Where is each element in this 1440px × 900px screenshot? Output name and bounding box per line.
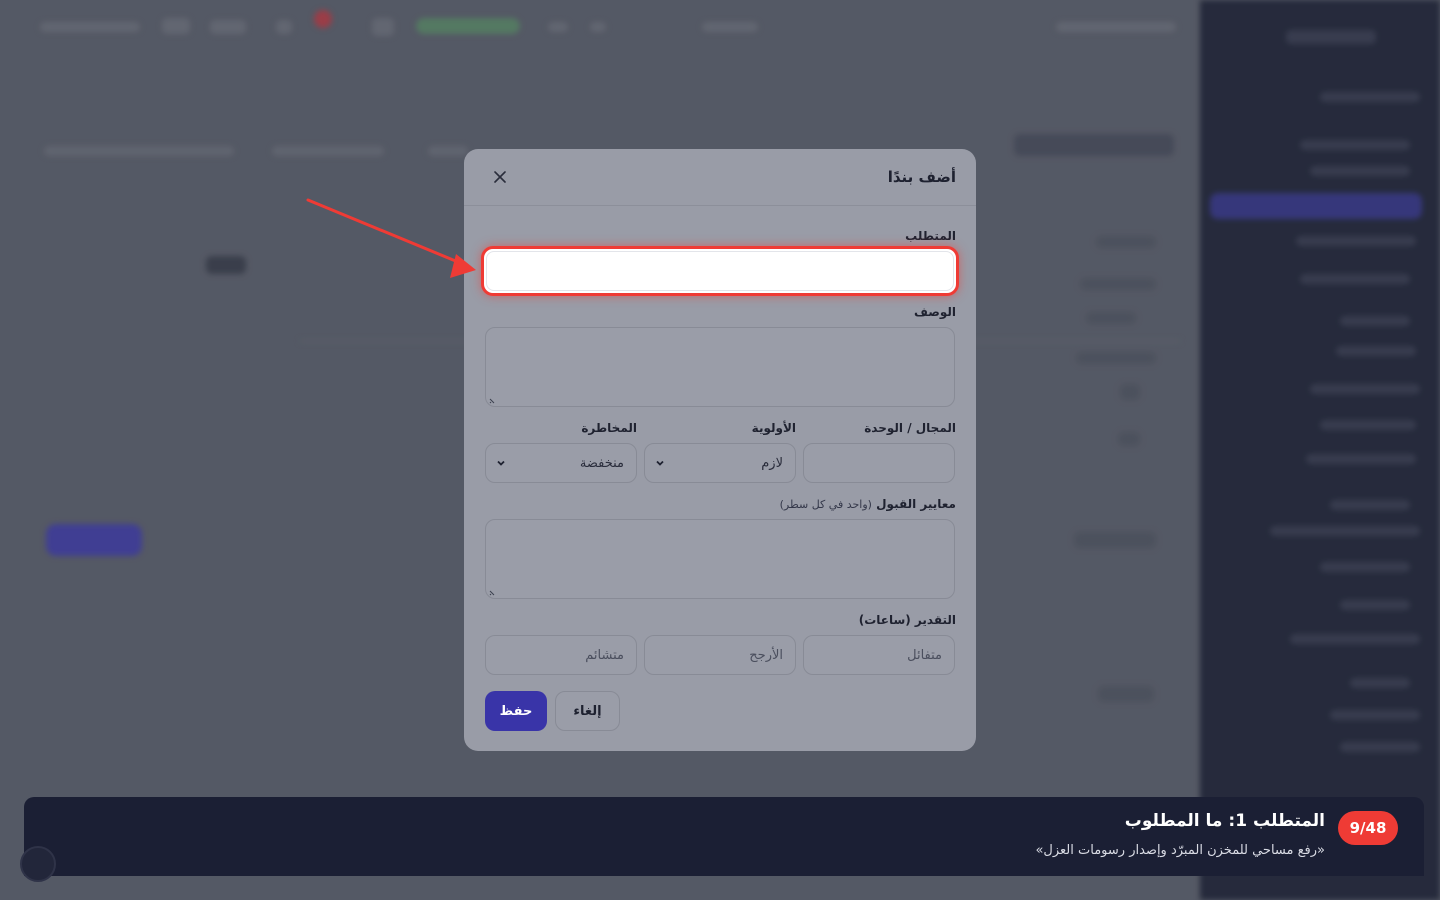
estimate-label: التقدير (ساعات) [858,613,956,627]
dialog-header: أضف بندًا [464,149,976,206]
acceptance-label: معايير القبول (واحد في كل سطر) [780,497,956,511]
pointer-arrow-icon [306,198,476,278]
description-textarea[interactable] [485,327,955,407]
cancel-button[interactable]: إلغاء [555,691,620,731]
requirement-highlight [481,246,959,296]
acceptance-criteria-textarea[interactable] [485,519,955,599]
banner-subtitle: «رفع مساحي للمخزن المبرّد وإصدار رسومات … [1035,843,1325,858]
domain-label: المجال / الوحدة [864,421,956,435]
app-screen: أضف بندًا المتطلب الوصف المجال / الوحدة … [0,0,1440,900]
acceptance-label-text: معايير القبول [876,497,956,511]
risk-value: منخفضة [579,455,624,471]
pessimistic-placeholder: متشائم [585,647,624,663]
close-button[interactable] [486,163,514,191]
requirement-input[interactable] [486,251,954,291]
priority-label: الأولوية [751,421,796,435]
risk-select[interactable]: منخفضة [485,443,637,483]
avatar[interactable] [20,846,56,882]
acceptance-hint: (واحد في كل سطر) [779,498,872,511]
likely-input[interactable]: الأرجح [644,635,796,675]
optimistic-placeholder: متفائل [907,647,942,663]
priority-value: لازم [761,455,783,471]
dialog-title: أضف بندًا [887,168,956,186]
description-label: الوصف [913,305,956,319]
risk-label: المخاطرة [581,421,637,435]
tutorial-banner: 9/48 المتطلب 1: ما المطلوب «رفع مساحي لل… [24,797,1424,876]
resize-handle-icon [489,398,495,404]
add-item-dialog: أضف بندًا المتطلب الوصف المجال / الوحدة … [464,149,976,751]
optimistic-input[interactable]: متفائل [803,635,955,675]
chevron-down-icon [656,460,664,466]
pessimistic-input[interactable]: متشائم [485,635,637,675]
step-counter-badge: 9/48 [1338,811,1398,845]
banner-title: المتطلب 1: ما المطلوب [1124,811,1325,831]
save-button[interactable]: حفظ [485,691,547,731]
resize-handle-icon [489,590,495,596]
requirement-label: المتطلب [905,229,956,243]
domain-input[interactable] [803,443,955,483]
close-icon [494,171,506,183]
priority-select[interactable]: لازم [644,443,796,483]
likely-placeholder: الأرجح [749,647,783,663]
chevron-down-icon [497,460,505,466]
